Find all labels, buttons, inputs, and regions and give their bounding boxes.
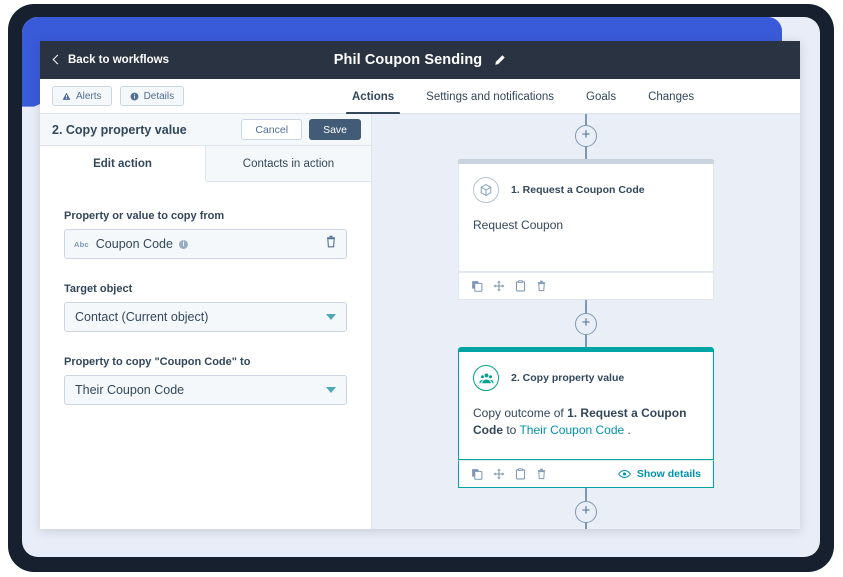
duplicate-icon[interactable] [471,280,483,292]
contacts-icon [473,365,499,391]
duplicate-icon[interactable] [471,468,483,480]
tab-goals[interactable]: Goals [570,79,632,114]
card-2-title: 2. Copy property value [511,372,625,384]
delete-property-button[interactable] [325,235,337,253]
tab-settings-label: Settings and notifications [426,90,555,103]
show-details-label: Show details [636,468,701,480]
app-window: Back to workflows Phil Coupon Sending Al… [40,41,800,529]
panel-tabs: Edit action Contacts in action [40,146,371,182]
card-2-text-mid: to [503,423,520,438]
target-object-select[interactable]: Contact (Current object) [64,302,347,332]
copy-to-value: Their Coupon Code [75,383,185,397]
trash-icon [327,235,335,248]
workflow-canvas: + 1. Request a Coupon Code Request Coupo… [372,114,800,529]
add-step-button-bottom[interactable]: + [575,501,597,523]
card-2-text-prefix: Copy outcome of [473,406,568,420]
tab-actions[interactable]: Actions [336,79,410,115]
screenshot-root: Back to workflows Phil Coupon Sending Al… [0,0,843,577]
card-1-description: Request Coupon [473,217,699,271]
back-to-workflows-label: Back to workflows [68,54,169,66]
copy-from-value: Coupon Code [95,237,173,251]
card-2-description: Copy outcome of 1. Request a Coupon Code… [473,405,699,459]
delete-icon[interactable] [536,280,547,292]
edit-action-panel: 2. Copy property value Cancel Save Edit … [40,114,372,529]
pencil-icon[interactable] [493,54,506,67]
cube-icon [473,177,499,203]
tab-actions-label: Actions [352,90,395,103]
copy-icon[interactable] [515,280,526,292]
copy-from-label: Property or value to copy from [64,210,225,222]
card-2-body-wrap: 2. Copy property value Copy outcome of 1… [458,352,714,460]
tab-contacts-in-action[interactable]: Contacts in action [206,146,371,182]
card-1-body-wrap: 1. Request a Coupon Code Request Coupon [458,164,714,272]
target-object-label: Target object [64,283,133,295]
move-icon[interactable] [493,280,505,292]
show-details-button[interactable]: Show details [617,468,701,480]
info-circle-icon [130,92,138,100]
chevron-down-icon [326,387,336,393]
chevron-down-icon [326,314,336,320]
workflow-body: 2. Copy property value Cancel Save Edit … [40,114,800,529]
card-1-footer [458,272,714,300]
tab-contacts-in-action-label: Contacts in action [242,157,335,170]
workflow-card-1[interactable]: 1. Request a Coupon Code Request Coupon [458,159,714,300]
tab-goals-label: Goals [586,90,617,103]
copy-from-input[interactable]: Abc Coupon Code i [64,229,347,259]
top-bar: Back to workflows Phil Coupon Sending [40,41,800,79]
copy-to-select[interactable]: Their Coupon Code [64,375,347,405]
card-1-text: Request Coupon [473,218,564,232]
add-step-button-middle[interactable]: + [575,313,597,335]
card-2-text-suffix: . [624,423,631,438]
back-to-workflows-link[interactable]: Back to workflows [52,54,169,66]
delete-icon[interactable] [536,468,547,480]
alerts-button[interactable]: Alerts [52,86,112,106]
cancel-button[interactable]: Cancel [241,119,303,140]
edit-action-form: Property or value to copy from Abc Coupo… [40,182,371,405]
tab-edit-action[interactable]: Edit action [40,146,206,182]
card-1-title: 1. Request a Coupon Code [511,184,645,196]
workflow-tabs: Actions Settings and notifications Goals… [336,79,710,115]
panel-title: 2. Copy property value [52,122,187,137]
tab-settings-and-notifications[interactable]: Settings and notifications [410,79,570,114]
nav-bar: Alerts Details Actions Settings and noti… [40,79,800,115]
add-step-button-top[interactable]: + [575,125,597,147]
tab-changes[interactable]: Changes [632,79,710,114]
tab-changes-label: Changes [648,90,695,103]
card-1-header: 1. Request a Coupon Code [473,177,699,203]
card-2-footer: Show details [458,460,714,488]
page-title: Phil Coupon Sending [333,52,483,68]
details-button[interactable]: Details [119,86,185,106]
copy-icon[interactable] [515,468,526,480]
copy-to-label: Property to copy "Coupon Code" to [64,356,251,368]
card-2-property-link[interactable]: Their Coupon Code [519,423,624,437]
tab-edit-action-label: Edit action [93,157,152,170]
card-2-header: 2. Copy property value [473,365,699,391]
panel-header: 2. Copy property value Cancel Save [40,114,371,146]
target-object-value: Contact (Current object) [75,310,209,324]
warning-triangle-icon [62,92,71,100]
text-type-icon: Abc [74,239,89,249]
info-icon[interactable]: i [178,239,188,249]
alerts-label: Alerts [76,90,102,102]
eye-icon [617,470,631,478]
save-button[interactable]: Save [309,119,361,140]
details-label: Details [143,90,175,102]
chevron-left-icon [52,54,63,65]
move-icon[interactable] [493,468,505,480]
workflow-card-2[interactable]: 2. Copy property value Copy outcome of 1… [458,347,714,488]
